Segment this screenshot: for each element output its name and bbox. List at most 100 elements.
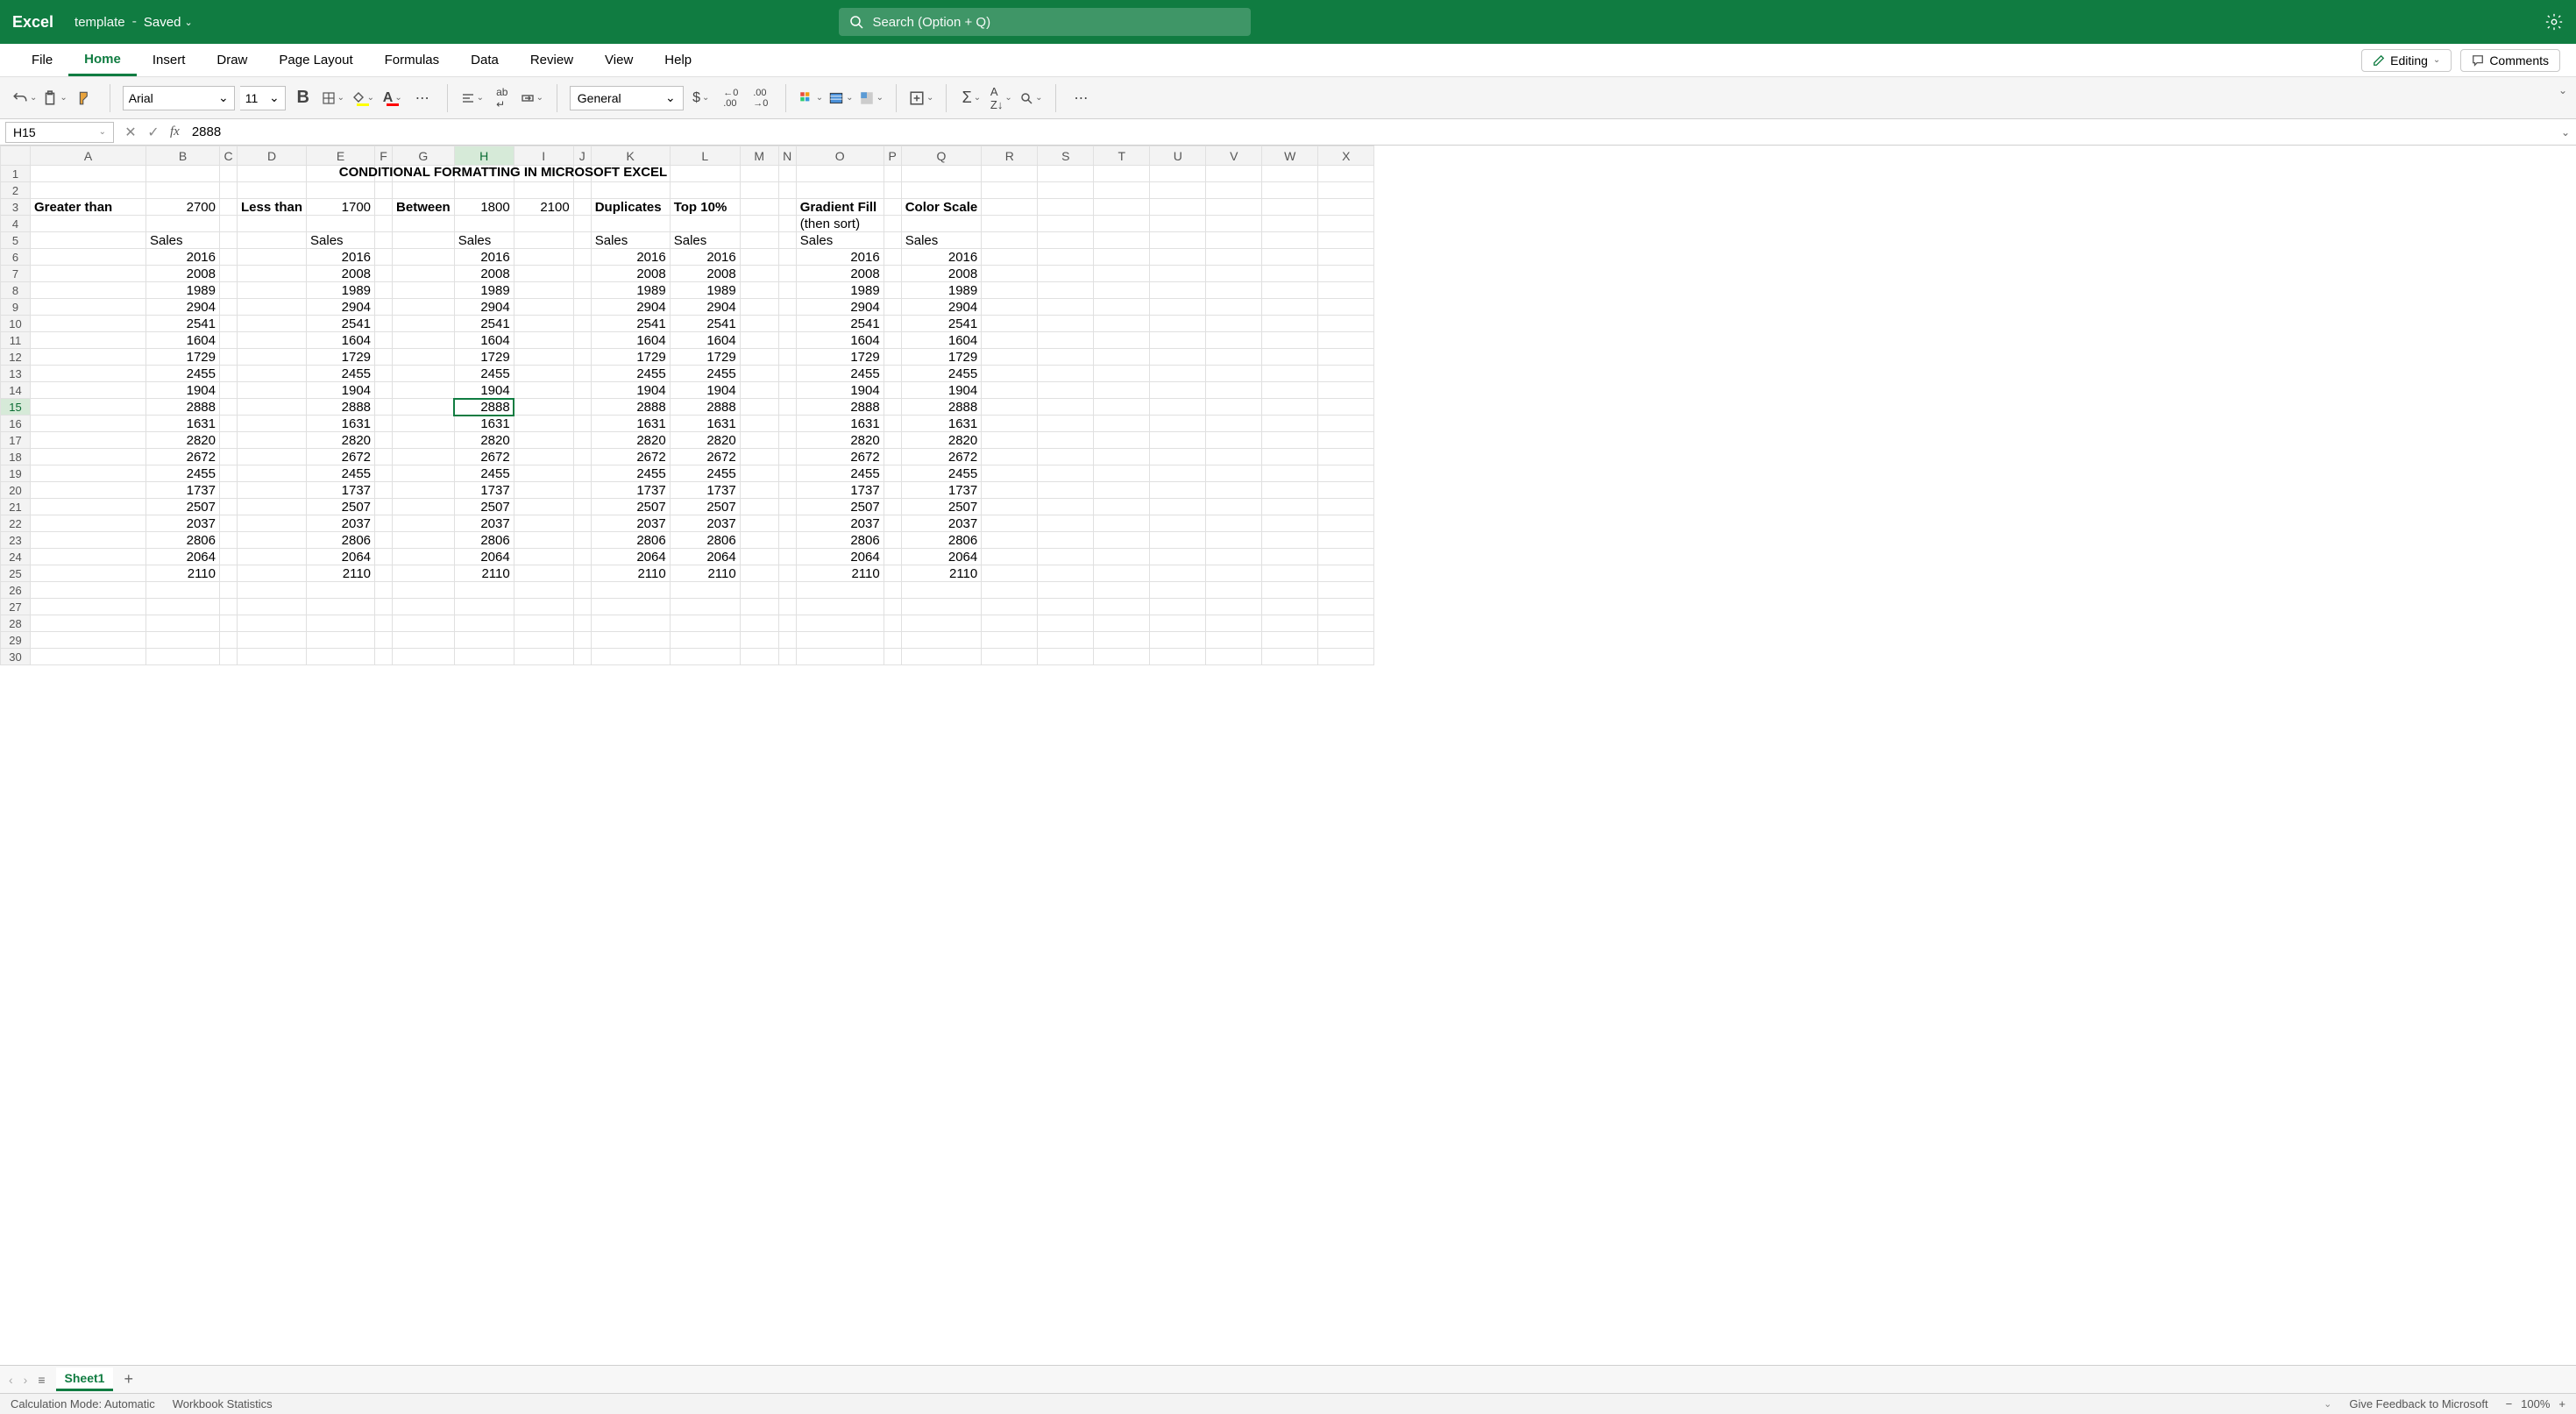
search-bar[interactable] bbox=[839, 8, 1251, 36]
cell[interactable] bbox=[220, 449, 238, 465]
cell[interactable]: 1904 bbox=[146, 382, 220, 399]
ribbon-tab-formulas[interactable]: Formulas bbox=[369, 44, 456, 76]
cell[interactable]: 2455 bbox=[670, 366, 740, 382]
cell[interactable] bbox=[514, 615, 573, 632]
cell[interactable] bbox=[393, 416, 455, 432]
cell[interactable] bbox=[796, 182, 884, 199]
cell[interactable] bbox=[514, 166, 573, 182]
row-header[interactable]: 12 bbox=[1, 349, 31, 366]
cell[interactable]: 2008 bbox=[307, 266, 375, 282]
cell[interactable]: 2455 bbox=[307, 366, 375, 382]
cell[interactable] bbox=[1262, 182, 1318, 199]
cell[interactable] bbox=[982, 316, 1038, 332]
cell[interactable] bbox=[1318, 599, 1374, 615]
cell[interactable]: 2110 bbox=[146, 565, 220, 582]
cell[interactable] bbox=[220, 332, 238, 349]
cell[interactable] bbox=[1318, 549, 1374, 565]
cell[interactable] bbox=[573, 199, 591, 216]
font-name-select[interactable]: Arial⌄ bbox=[123, 86, 235, 110]
cell[interactable] bbox=[573, 449, 591, 465]
cell[interactable]: 1729 bbox=[454, 349, 514, 366]
cell[interactable] bbox=[1262, 499, 1318, 515]
cell[interactable] bbox=[31, 565, 146, 582]
cell[interactable] bbox=[1206, 249, 1262, 266]
cell[interactable]: 2110 bbox=[454, 565, 514, 582]
cell[interactable] bbox=[573, 232, 591, 249]
cell[interactable]: 2507 bbox=[670, 499, 740, 515]
cell[interactable] bbox=[1150, 482, 1206, 499]
column-header[interactable]: K bbox=[591, 146, 670, 166]
column-header[interactable]: O bbox=[796, 146, 884, 166]
cell[interactable] bbox=[375, 532, 393, 549]
cell[interactable] bbox=[1038, 249, 1094, 266]
cell[interactable] bbox=[238, 249, 307, 266]
cell[interactable]: 1989 bbox=[901, 282, 982, 299]
cell[interactable] bbox=[514, 499, 573, 515]
cell[interactable] bbox=[1318, 232, 1374, 249]
save-status[interactable]: Saved ⌄ bbox=[144, 15, 193, 30]
font-color-button[interactable]: A⌄ bbox=[380, 86, 405, 110]
cell[interactable] bbox=[220, 649, 238, 665]
cell[interactable] bbox=[884, 349, 901, 366]
cell[interactable] bbox=[31, 332, 146, 349]
cell[interactable] bbox=[1094, 332, 1150, 349]
cell[interactable] bbox=[393, 366, 455, 382]
cell[interactable]: 2806 bbox=[901, 532, 982, 549]
cell[interactable] bbox=[31, 515, 146, 532]
cell[interactable] bbox=[307, 599, 375, 615]
cell[interactable] bbox=[375, 582, 393, 599]
cell[interactable] bbox=[220, 515, 238, 532]
cell[interactable] bbox=[1150, 216, 1206, 232]
cell[interactable]: 2820 bbox=[146, 432, 220, 449]
cell[interactable] bbox=[591, 182, 670, 199]
cell[interactable] bbox=[375, 366, 393, 382]
cell[interactable] bbox=[393, 549, 455, 565]
cell[interactable] bbox=[1318, 299, 1374, 316]
cell[interactable] bbox=[307, 582, 375, 599]
zoom-level[interactable]: 100% bbox=[2521, 1397, 2550, 1410]
cell[interactable] bbox=[220, 166, 238, 182]
cell[interactable] bbox=[31, 282, 146, 299]
cell[interactable] bbox=[393, 399, 455, 416]
cell[interactable] bbox=[778, 232, 796, 249]
cell[interactable] bbox=[740, 249, 778, 266]
cell[interactable] bbox=[31, 382, 146, 399]
cell[interactable] bbox=[1094, 382, 1150, 399]
cell[interactable] bbox=[1094, 632, 1150, 649]
fill-color-button[interactable]: ⌄ bbox=[351, 86, 375, 110]
cell[interactable] bbox=[1206, 416, 1262, 432]
cell[interactable] bbox=[778, 316, 796, 332]
cell[interactable] bbox=[31, 399, 146, 416]
cell[interactable] bbox=[393, 499, 455, 515]
cell[interactable] bbox=[31, 649, 146, 665]
cell[interactable] bbox=[454, 216, 514, 232]
cell[interactable] bbox=[1262, 432, 1318, 449]
cell[interactable] bbox=[740, 416, 778, 432]
cell[interactable] bbox=[591, 599, 670, 615]
cell[interactable]: 2507 bbox=[796, 499, 884, 515]
cell[interactable] bbox=[1038, 266, 1094, 282]
cell[interactable] bbox=[740, 499, 778, 515]
cell[interactable] bbox=[1262, 266, 1318, 282]
cell[interactable] bbox=[1206, 532, 1262, 549]
row-header[interactable]: 15 bbox=[1, 399, 31, 416]
cell[interactable]: 2064 bbox=[307, 549, 375, 565]
confirm-formula-button[interactable]: ✓ bbox=[142, 124, 165, 141]
cell[interactable] bbox=[1318, 249, 1374, 266]
cell[interactable]: 1737 bbox=[901, 482, 982, 499]
cell[interactable] bbox=[982, 349, 1038, 366]
cell[interactable]: 2037 bbox=[591, 515, 670, 532]
cell[interactable] bbox=[1038, 232, 1094, 249]
column-header[interactable]: X bbox=[1318, 146, 1374, 166]
ribbon-tab-data[interactable]: Data bbox=[455, 44, 514, 76]
cell[interactable] bbox=[1038, 532, 1094, 549]
cell[interactable]: 1737 bbox=[670, 482, 740, 499]
zoom-in-button[interactable]: + bbox=[2558, 1397, 2565, 1410]
ribbon-tab-help[interactable]: Help bbox=[649, 44, 707, 76]
cell[interactable] bbox=[884, 582, 901, 599]
cell[interactable] bbox=[375, 282, 393, 299]
cell[interactable] bbox=[982, 216, 1038, 232]
sheet-tab[interactable]: Sheet1 bbox=[56, 1368, 114, 1391]
cell[interactable] bbox=[1206, 349, 1262, 366]
cell[interactable]: 2008 bbox=[591, 266, 670, 282]
